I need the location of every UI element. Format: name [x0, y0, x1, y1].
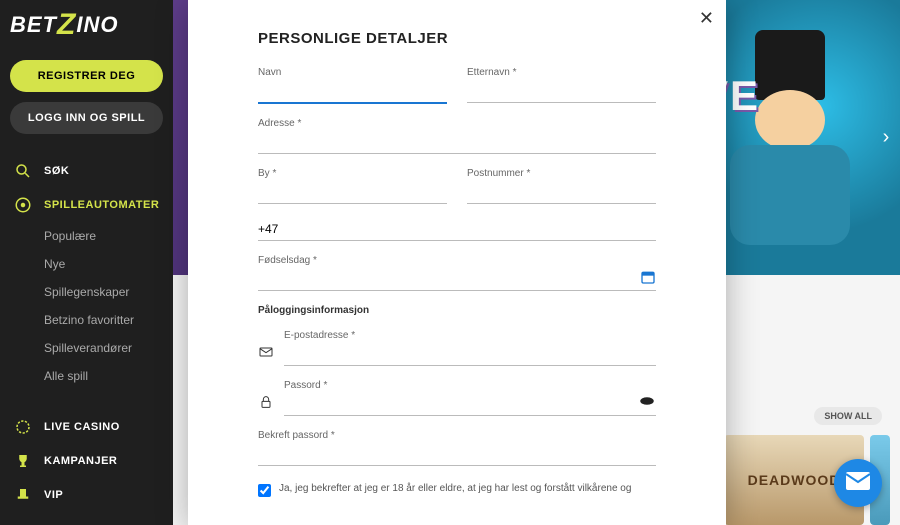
sidebar: BETZINO REGISTRER DEG LOGG INN OG SPILL …	[0, 0, 173, 525]
firstname-label: Navn	[258, 67, 447, 78]
postcode-input[interactable]	[467, 181, 656, 204]
eye-icon[interactable]	[638, 392, 656, 410]
chip-icon	[14, 418, 32, 436]
password-input[interactable]	[284, 393, 656, 416]
modal-title: PERSONLIGE DETALJER	[258, 30, 656, 47]
chevron-right-icon: ›	[883, 126, 890, 149]
login-button[interactable]: LOGG INN OG SPILL	[10, 102, 163, 134]
show-all-button[interactable]: SHOW ALL	[814, 407, 882, 425]
nav-sub-popular[interactable]: Populære	[10, 222, 163, 250]
close-button[interactable]: ✕	[699, 8, 714, 29]
registration-modal: ✕ PERSONLIGE DETALJER Navn Etternavn * A…	[188, 0, 726, 525]
nav-sub-all[interactable]: Alle spill	[10, 362, 163, 390]
close-icon: ✕	[699, 8, 714, 28]
nav-sub-favorites[interactable]: Betzino favoritter	[10, 306, 163, 334]
slots-icon	[14, 196, 32, 214]
nav-search[interactable]: SØK	[10, 154, 163, 188]
consent-label: Ja, jeg bekrefter at jeg er 18 år eller …	[279, 482, 631, 496]
nav-live-casino[interactable]: LIVE CASINO	[10, 410, 163, 444]
firstname-field-wrap: Navn	[258, 67, 447, 104]
lock-icon	[258, 394, 274, 410]
email-label: E-postadresse *	[284, 330, 656, 341]
mail-icon	[846, 472, 870, 495]
address-input[interactable]	[258, 131, 656, 154]
carousel-next[interactable]: ›	[874, 118, 898, 158]
register-button[interactable]: REGISTRER DEG	[10, 60, 163, 92]
birthday-label: Fødselsdag *	[258, 255, 656, 266]
nav-slots[interactable]: SPILLEAUTOMATER	[10, 188, 163, 222]
calendar-icon[interactable]	[640, 269, 656, 285]
confirm-password-label: Bekreft passord *	[258, 430, 656, 441]
password-label: Passord *	[284, 380, 656, 391]
nav-promotions[interactable]: KAMPANJER	[10, 444, 163, 478]
consent-checkbox[interactable]	[258, 484, 271, 497]
address-label: Adresse *	[258, 118, 656, 129]
lastname-label: Etternavn *	[467, 67, 656, 78]
email-input[interactable]	[284, 343, 656, 366]
confirm-password-input[interactable]	[258, 443, 656, 466]
birthday-input[interactable]	[258, 268, 656, 291]
login-section-label: Påloggingsinformasjon	[258, 305, 656, 316]
trophy-icon	[14, 452, 32, 470]
logo[interactable]: BETZINO	[10, 8, 163, 42]
nav-sub-new[interactable]: Nye	[10, 250, 163, 278]
postcode-label: Postnummer *	[467, 168, 656, 179]
nav-vip[interactable]: VIP	[10, 478, 163, 512]
phone-input[interactable]	[258, 218, 656, 241]
city-input[interactable]	[258, 181, 447, 204]
tophat-icon	[14, 486, 32, 504]
lastname-input[interactable]	[467, 80, 656, 103]
nav-sub-features[interactable]: Spillegenskaper	[10, 278, 163, 306]
mail-icon	[258, 344, 274, 360]
search-icon	[14, 162, 32, 180]
chat-button[interactable]	[834, 459, 882, 507]
city-label: By *	[258, 168, 447, 179]
firstname-input[interactable]	[258, 80, 447, 104]
lastname-field-wrap: Etternavn *	[467, 67, 656, 104]
nav-sub-providers[interactable]: Spilleverandører	[10, 334, 163, 362]
